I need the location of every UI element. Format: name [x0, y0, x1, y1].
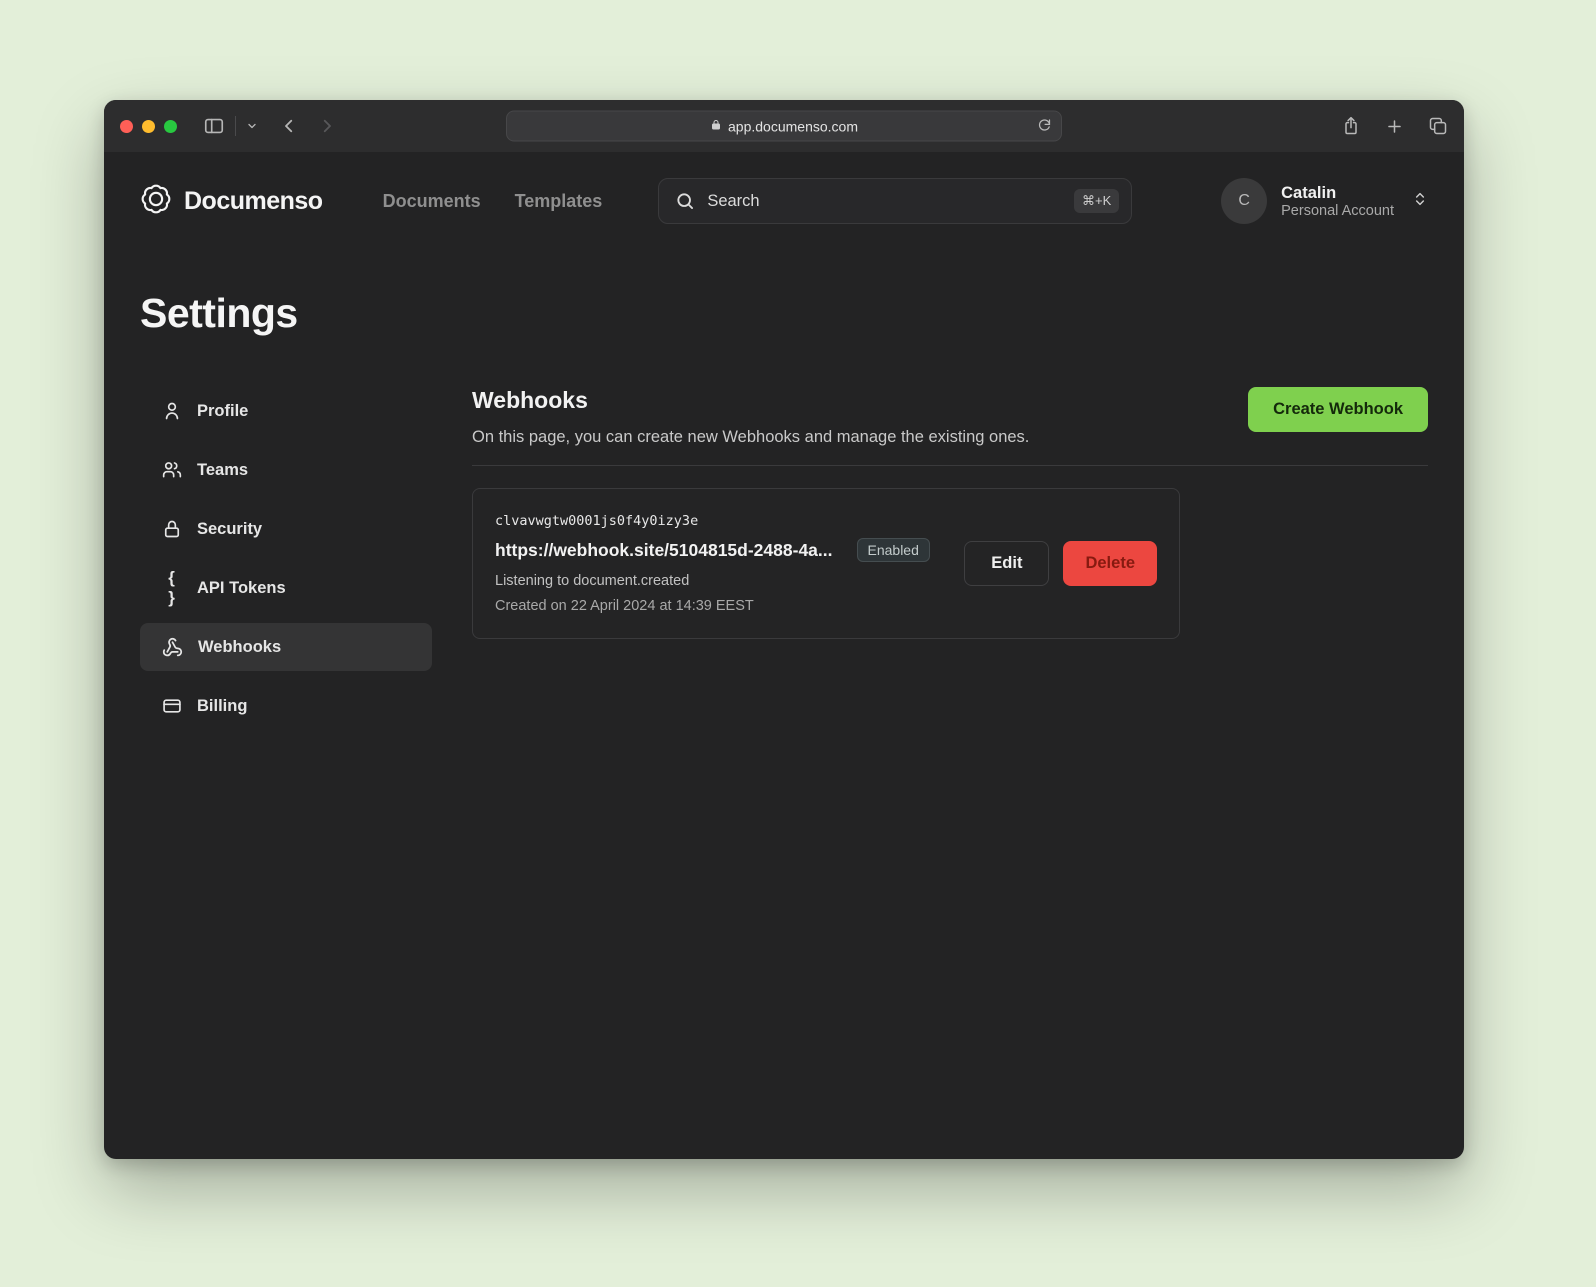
sidebar-item-teams[interactable]: Teams	[140, 446, 432, 494]
url-text: app.documenso.com	[728, 118, 858, 134]
braces-icon: { }	[162, 568, 182, 608]
documenso-logo-icon	[140, 183, 172, 220]
page-title: Settings	[140, 290, 1428, 337]
delete-webhook-button[interactable]: Delete	[1063, 541, 1157, 586]
brand[interactable]: Documenso	[140, 183, 323, 220]
webhook-id: clvavwgtw0001js0f4y0izy3e	[495, 513, 930, 529]
sidebar-toggle-icon[interactable]	[203, 115, 225, 137]
sidebar-item-label: Billing	[197, 697, 247, 716]
search-shortcut-badge: ⌘+K	[1074, 189, 1119, 213]
webhook-icon	[162, 637, 183, 658]
status-badge: Enabled	[857, 538, 930, 562]
section-title: Webhooks	[472, 387, 1029, 414]
settings-sidebar: Profile Teams Security { } API Token	[140, 387, 432, 730]
brand-name: Documenso	[184, 187, 323, 216]
webhooks-section: Webhooks On this page, you can create ne…	[472, 387, 1428, 639]
account-type: Personal Account	[1281, 203, 1394, 219]
search-placeholder: Search	[707, 192, 1062, 211]
account-menu[interactable]: C Catalin Personal Account	[1221, 178, 1428, 224]
webhook-actions: Edit Delete	[964, 541, 1157, 586]
create-webhook-button[interactable]: Create Webhook	[1248, 387, 1428, 432]
sidebar-item-security[interactable]: Security	[140, 505, 432, 553]
url-bar[interactable]: app.documenso.com	[506, 111, 1062, 142]
sidebar-item-label: Security	[197, 520, 262, 539]
webhook-details: clvavwgtw0001js0f4y0izy3e https://webhoo…	[495, 513, 930, 614]
forward-button[interactable]	[318, 117, 336, 135]
webhook-url: https://webhook.site/5104815d-2488-4a...	[495, 540, 833, 561]
sidebar-item-label: API Tokens	[197, 579, 286, 598]
webhook-card: clvavwgtw0001js0f4y0izy3e https://webhoo…	[472, 488, 1180, 639]
sidebar-item-label: Webhooks	[198, 638, 281, 657]
toolbar-divider	[235, 116, 236, 136]
sidebar-item-api-tokens[interactable]: { } API Tokens	[140, 564, 432, 612]
main-nav: Documents Templates	[383, 191, 603, 212]
section-description: On this page, you can create new Webhook…	[472, 428, 1029, 447]
sidebar-item-billing[interactable]: Billing	[140, 682, 432, 730]
avatar: C	[1221, 178, 1267, 224]
user-icon	[162, 401, 182, 421]
traffic-lights	[120, 120, 177, 133]
chevrons-up-down-icon	[1412, 191, 1428, 212]
app-header: Documenso Documents Templates Search ⌘+K…	[104, 152, 1464, 224]
share-icon[interactable]	[1341, 116, 1361, 136]
webhook-created: Created on 22 April 2024 at 14:39 EEST	[495, 598, 930, 614]
search-input[interactable]: Search ⌘+K	[658, 178, 1132, 224]
credit-card-icon	[162, 696, 182, 716]
lock-icon	[162, 519, 182, 539]
tls-lock-icon	[710, 118, 722, 134]
zoom-window-button[interactable]	[164, 120, 177, 133]
section-divider	[472, 465, 1428, 466]
nav-templates[interactable]: Templates	[515, 191, 603, 212]
account-name: Catalin	[1281, 183, 1394, 204]
new-tab-icon[interactable]	[1385, 117, 1404, 136]
users-icon	[162, 460, 182, 480]
sidebar-item-profile[interactable]: Profile	[140, 387, 432, 435]
tab-overview-icon[interactable]	[1428, 116, 1448, 136]
sidebar-chevron-down-icon[interactable]	[246, 120, 258, 132]
sidebar-item-webhooks[interactable]: Webhooks	[140, 623, 432, 671]
browser-toolbar: app.documenso.com	[104, 100, 1464, 152]
minimize-window-button[interactable]	[142, 120, 155, 133]
nav-documents[interactable]: Documents	[383, 191, 481, 212]
edit-webhook-button[interactable]: Edit	[964, 541, 1049, 586]
webhook-trigger: Listening to document.created	[495, 573, 930, 589]
back-button[interactable]	[280, 117, 298, 135]
settings-page: Settings Profile Teams	[104, 290, 1464, 730]
sidebar-item-label: Profile	[197, 402, 248, 421]
browser-window: app.documenso.com Documenso Docum	[104, 100, 1464, 1159]
search-icon	[675, 191, 695, 211]
close-window-button[interactable]	[120, 120, 133, 133]
sidebar-item-label: Teams	[197, 461, 248, 480]
reload-icon[interactable]	[1037, 117, 1052, 135]
